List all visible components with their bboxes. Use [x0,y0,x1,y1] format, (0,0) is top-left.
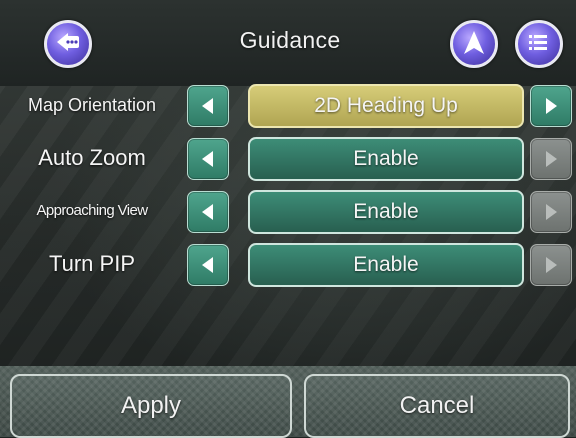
apply-button[interactable]: Apply [10,374,292,438]
setting-value[interactable]: Enable [248,243,524,287]
arrow-left-icon [202,204,213,220]
next-option-button[interactable] [530,85,572,127]
header-bar: Guidance [0,0,576,86]
setting-value[interactable]: 2D Heading Up [248,84,524,128]
menu-button[interactable] [515,20,563,68]
next-option-button [530,191,572,233]
setting-row-auto-zoom: Auto Zoom Enable [0,134,576,182]
navigate-button[interactable] [450,20,498,68]
arrow-right-icon [546,98,557,114]
setting-label: Auto Zoom [38,145,146,170]
arrow-right-icon [546,257,557,273]
next-option-button [530,244,572,286]
setting-row-map-orientation: Map Orientation 2D Heading Up [0,81,576,129]
setting-row-turn-pip: Turn PIP Enable [0,240,576,288]
page-title: Guidance [239,27,341,53]
previous-option-button[interactable] [187,85,229,127]
setting-row-approaching-view: Approaching View Enable [0,187,576,235]
setting-value[interactable]: Enable [248,137,524,181]
previous-option-button[interactable] [187,191,229,233]
previous-option-button[interactable] [187,244,229,286]
arrow-left-icon [202,98,213,114]
setting-label: Map Orientation [27,95,157,115]
next-option-button [530,138,572,180]
back-more-icon [57,33,79,51]
menu-list-icon [529,35,547,50]
previous-option-button[interactable] [187,138,229,180]
setting-label: Turn PIP [49,251,135,276]
navigation-arrow-icon [464,31,484,54]
setting-label: Approaching View [36,202,148,219]
back-button[interactable] [44,20,92,68]
arrow-right-icon [546,151,557,167]
arrow-left-icon [202,151,213,167]
arrow-right-icon [546,204,557,220]
guidance-screen: Guidance Map Orientation 2D Heading Up A… [0,0,576,438]
setting-value[interactable]: Enable [248,190,524,234]
arrow-left-icon [202,257,213,273]
cancel-button[interactable]: Cancel [304,374,570,438]
